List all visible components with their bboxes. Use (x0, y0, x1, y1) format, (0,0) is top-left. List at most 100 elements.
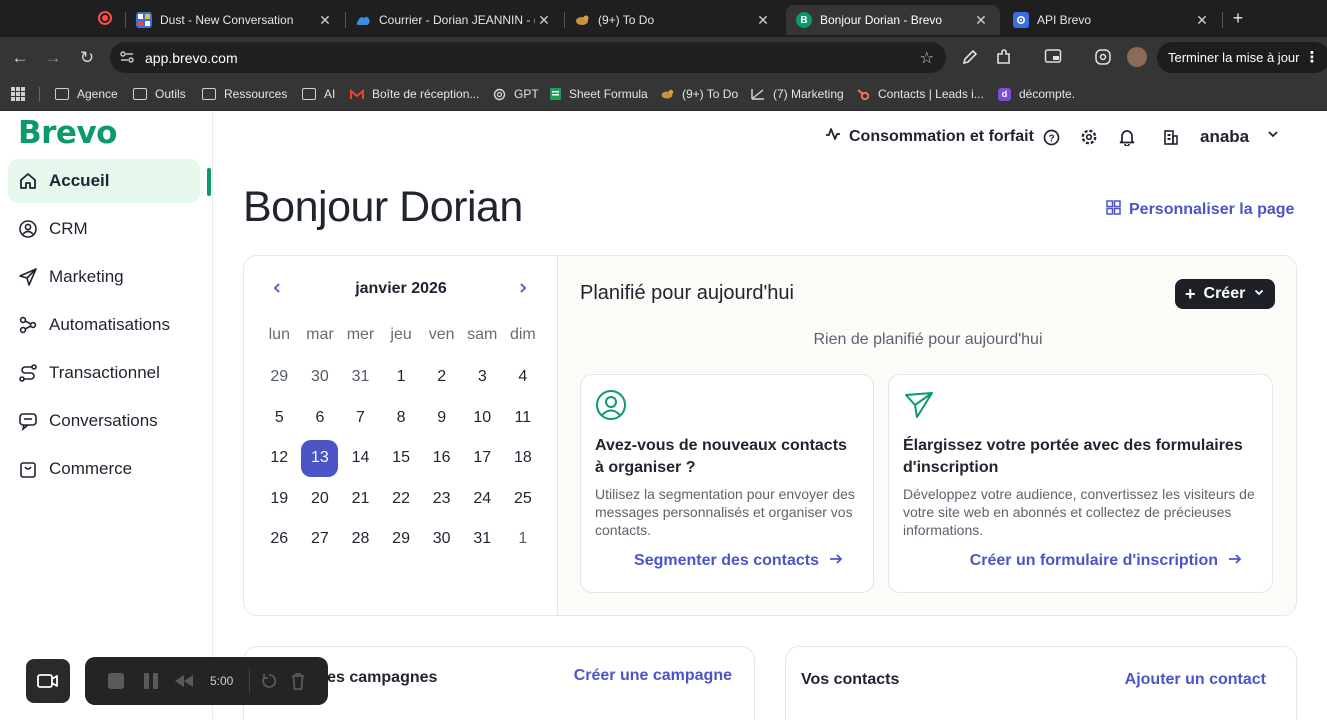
sidebar-item-commerce[interactable]: Commerce (8, 447, 200, 491)
more-vertical-icon[interactable]: ⋮ (1305, 42, 1320, 73)
calendar-day[interactable]: 6 (300, 398, 341, 439)
reload-icon[interactable]: ↻ (76, 47, 98, 69)
calendar-day[interactable]: 21 (340, 479, 381, 520)
calendar-day[interactable]: 7 (340, 398, 381, 439)
calendar-day[interactable]: 30 (421, 519, 462, 560)
sync-icon[interactable] (1093, 48, 1113, 68)
bookmark-gpt[interactable]: GPT (492, 84, 539, 104)
calendar-day[interactable]: 1 (503, 519, 544, 560)
bookmark-ai[interactable]: AI (302, 84, 335, 104)
close-tab-icon[interactable]: ✕ (972, 12, 990, 29)
create-button[interactable]: + Créer (1175, 279, 1276, 309)
tab-todo[interactable]: (9+) To Do ✕ (564, 5, 782, 35)
address-bar[interactable]: app.brevo.com ☆ (110, 42, 946, 73)
new-tab-icon[interactable]: + (1228, 8, 1248, 29)
bookmark-todo[interactable]: (9+) To Do (660, 84, 738, 104)
customize-page-button[interactable]: Personnaliser la page (1106, 200, 1294, 220)
apps-grid-icon[interactable] (11, 87, 25, 101)
bookmark-outils[interactable]: Outils (133, 84, 186, 104)
profile-avatar[interactable] (1127, 47, 1147, 67)
extensions-puzzle-icon[interactable] (994, 48, 1014, 68)
segment-contacts-link[interactable]: Segmenter des contacts (634, 552, 843, 570)
bookmark-agence[interactable]: Agence (55, 84, 118, 104)
pen-extension-icon[interactable] (960, 48, 980, 68)
calendar-day[interactable]: 24 (462, 479, 503, 520)
company-building-icon[interactable] (1161, 127, 1181, 147)
tab-brevo-active[interactable]: B Bonjour Dorian - Brevo ✕ (786, 5, 1000, 35)
calendar-day[interactable]: 18 (503, 438, 544, 479)
bookmark-ressources[interactable]: Ressources (202, 84, 287, 104)
calendar-day[interactable]: 2 (421, 357, 462, 398)
close-tab-icon[interactable]: ✕ (316, 12, 334, 29)
calendar-day[interactable]: 20 (300, 479, 341, 520)
calendar-day[interactable]: 29 (381, 519, 422, 560)
calendar-day[interactable]: 29 (259, 357, 300, 398)
sidebar-item-marketing[interactable]: Marketing (8, 255, 200, 299)
stop-icon[interactable] (106, 671, 126, 691)
site-info-icon[interactable] (119, 50, 135, 66)
calendar-day[interactable]: 22 (381, 479, 422, 520)
camera-toggle-button[interactable] (26, 659, 70, 703)
calendar-day[interactable]: 14 (340, 438, 381, 479)
help-icon[interactable]: ? (1041, 127, 1061, 147)
account-name[interactable]: anaba (1200, 127, 1249, 147)
calendar-day[interactable]: 11 (503, 398, 544, 439)
trash-icon[interactable] (288, 671, 308, 691)
picture-in-picture-icon[interactable] (1043, 48, 1063, 68)
plan-usage-link[interactable]: Consommation et forfait (825, 126, 1034, 147)
sidebar-item-accueil[interactable]: Accueil (8, 159, 200, 203)
calendar-day[interactable]: 31 (462, 519, 503, 560)
close-tab-icon[interactable]: ✕ (1193, 12, 1211, 29)
bookmark-marketing[interactable]: (7) Marketing (751, 84, 844, 104)
sidebar-item-automatisations[interactable]: Automatisations (8, 303, 200, 347)
restart-icon[interactable] (259, 671, 279, 691)
forward-arrow-icon[interactable]: → (42, 47, 64, 69)
calendar-day[interactable]: 3 (462, 357, 503, 398)
tab-dust[interactable]: Dust - New Conversation ✕ (126, 5, 344, 35)
calendar-day-today[interactable]: 13 (300, 438, 341, 479)
tab-api-brevo[interactable]: API Brevo ✕ (1003, 5, 1221, 35)
bookmark-star-icon[interactable]: ☆ (920, 48, 934, 68)
notification-bell-icon[interactable] (1117, 127, 1137, 147)
calendar-day[interactable]: 5 (259, 398, 300, 439)
calendar-day[interactable]: 28 (340, 519, 381, 560)
create-campaign-link[interactable]: Créer une campagne (574, 667, 732, 685)
brevo-logo[interactable]: Brevo (18, 115, 117, 151)
calendar-day[interactable]: 4 (503, 357, 544, 398)
calendar-day[interactable]: 19 (259, 479, 300, 520)
sidebar-item-crm[interactable]: CRM (8, 207, 200, 251)
chevron-right-icon[interactable] (513, 280, 533, 300)
calendar-day[interactable]: 8 (381, 398, 422, 439)
create-signup-form-link[interactable]: Créer un formulaire d'inscription (970, 552, 1242, 570)
calendar-day[interactable]: 25 (503, 479, 544, 520)
calendar-day[interactable]: 26 (259, 519, 300, 560)
sidebar-item-transactionnel[interactable]: Transactionnel (8, 351, 200, 395)
calendar-day[interactable]: 30 (300, 357, 341, 398)
calendar-day[interactable]: 31 (340, 357, 381, 398)
calendar-day[interactable]: 16 (421, 438, 462, 479)
finish-update-button[interactable]: Terminer la mise à jour ⋮ (1157, 42, 1327, 73)
sidebar-item-conversations[interactable]: Conversations (8, 399, 200, 443)
calendar-day[interactable]: 1 (381, 357, 422, 398)
bookmark-decompte[interactable]: d décompte. (998, 84, 1075, 104)
bookmark-contacts-leads[interactable]: Contacts | Leads i... (856, 84, 984, 104)
calendar-day[interactable]: 9 (421, 398, 462, 439)
rewind-icon[interactable] (174, 671, 194, 691)
close-tab-icon[interactable]: ✕ (754, 12, 772, 29)
add-contact-link[interactable]: Ajouter un contact (1125, 671, 1266, 689)
back-arrow-icon[interactable]: ← (9, 47, 31, 69)
chevron-down-icon[interactable] (1266, 127, 1280, 146)
tab-outlook[interactable]: Courrier - Dorian JEANNIN - ( ✕ (345, 5, 563, 35)
bookmark-sheet-formula[interactable]: Sheet Formula (550, 84, 648, 104)
calendar-day[interactable]: 27 (300, 519, 341, 560)
calendar-day[interactable]: 10 (462, 398, 503, 439)
url-text[interactable]: app.brevo.com (145, 50, 238, 66)
chevron-left-icon[interactable] (267, 280, 287, 300)
calendar-day[interactable]: 12 (259, 438, 300, 479)
settings-gear-icon[interactable] (1079, 127, 1099, 147)
calendar-day[interactable]: 23 (421, 479, 462, 520)
bookmark-gmail[interactable]: Boîte de réception... (350, 84, 479, 104)
calendar-day[interactable]: 17 (462, 438, 503, 479)
calendar-day[interactable]: 15 (381, 438, 422, 479)
pause-icon[interactable] (141, 671, 161, 691)
